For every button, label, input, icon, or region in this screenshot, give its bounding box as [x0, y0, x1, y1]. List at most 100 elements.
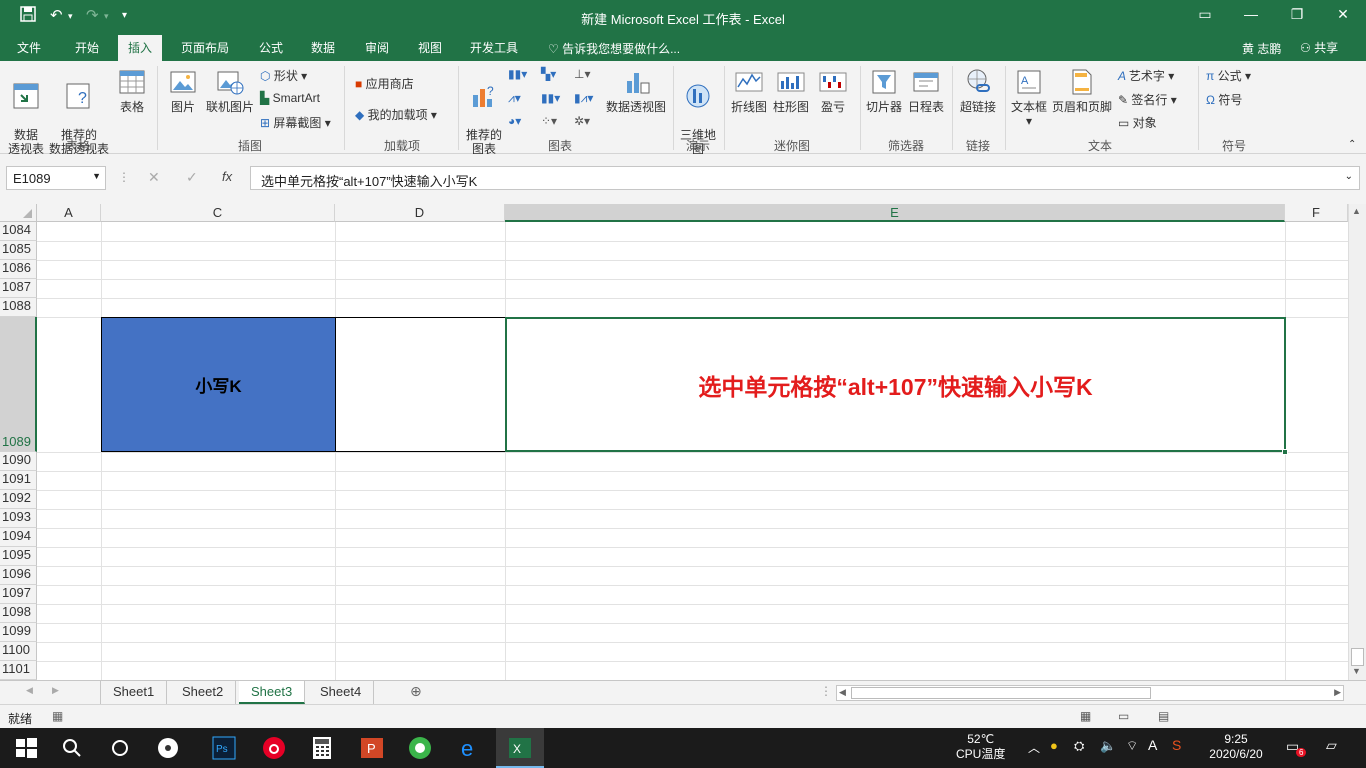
powerpoint-icon[interactable]: P [360, 736, 384, 760]
vertical-scroll-thumb[interactable] [1351, 648, 1364, 666]
tab-insert[interactable]: 插入 [118, 35, 163, 61]
cell-c1089[interactable]: 小写K [101, 317, 336, 452]
table-button[interactable]: 表格 [114, 67, 150, 114]
tab-file[interactable]: 文件 [17, 39, 41, 56]
row-header-active[interactable]: 1089 [0, 317, 37, 452]
tab-review[interactable]: 审阅 [365, 39, 389, 56]
waterfall-chart-icon[interactable]: ⊥▾ [574, 67, 590, 81]
column-sparkline-button[interactable]: 柱形图 [772, 67, 810, 114]
pie-chart-icon[interactable]: ◕▾ [508, 114, 521, 128]
insert-function-icon[interactable]: fx [222, 169, 232, 184]
column-header-f[interactable]: F [1285, 204, 1348, 222]
screenshot-button[interactable]: ⊞ 屏幕截图 ▾ [260, 114, 331, 131]
vertical-scrollbar[interactable]: ▲ ▼ [1348, 204, 1366, 680]
row-header[interactable]: 1084 [0, 222, 37, 241]
row-header[interactable]: 1091 [0, 471, 37, 490]
name-box[interactable]: E1089 ▼ [6, 166, 106, 190]
my-addins-button[interactable]: ◆ 我的加载项 ▾ [355, 106, 437, 123]
tray-expand-icon[interactable]: ︿ [1028, 739, 1040, 756]
combo-chart-icon[interactable]: ▮⩘▾ [574, 91, 593, 106]
prev-sheet-icon[interactable]: ◀ [26, 685, 33, 696]
signature-line-button[interactable]: ✎ 签名行 ▾ [1118, 91, 1177, 108]
row-header[interactable]: 1096 [0, 566, 37, 585]
tab-data[interactable]: 数据 [311, 39, 335, 56]
scatter-chart-icon[interactable]: ⁘▾ [541, 114, 557, 128]
tab-page-layout[interactable]: 页面布局 [181, 39, 229, 56]
scroll-down-icon[interactable]: ▼ [1352, 666, 1361, 676]
row-header[interactable]: 1097 [0, 585, 37, 604]
netease-music-icon[interactable] [262, 736, 286, 760]
tray-tool-icon[interactable]: ⛭ [1074, 738, 1084, 754]
recommended-charts-button[interactable]: ? 推荐的 图表 [462, 67, 506, 156]
wordart-button[interactable]: A 艺术字 ▾ [1118, 67, 1174, 84]
page-layout-view-icon[interactable]: ▭ [1118, 709, 1129, 723]
column-header-c[interactable]: C [101, 204, 335, 222]
column-header-a[interactable]: A [37, 204, 101, 222]
column-header-d[interactable]: D [335, 204, 505, 222]
photoshop-icon[interactable]: Ps [212, 736, 236, 760]
store-button[interactable]: ■ 应用商店 [355, 75, 414, 92]
column-chart-icon[interactable]: ▮▮▾ [508, 67, 527, 81]
select-all-corner[interactable] [0, 204, 37, 222]
equation-button[interactable]: π 公式 ▾ [1206, 67, 1251, 84]
radar-chart-icon[interactable]: ✲▾ [574, 114, 590, 128]
winloss-sparkline-button[interactable]: 盈亏 [814, 67, 852, 114]
normal-view-icon[interactable]: ▦ [1080, 709, 1091, 723]
smartart-button[interactable]: ▙ SmartArt [260, 91, 320, 105]
ribbon-display-icon[interactable]: ▭ [1190, 6, 1220, 23]
expand-formula-icon[interactable]: ⌄ [1345, 171, 1353, 182]
close-button[interactable]: ✕ [1328, 6, 1358, 23]
tab-view[interactable]: 视图 [418, 39, 442, 56]
minimize-button[interactable]: — [1236, 6, 1266, 22]
row-header[interactable]: 1094 [0, 528, 37, 547]
row-header[interactable]: 1099 [0, 623, 37, 642]
sheet-tab-4[interactable]: Sheet4 [308, 681, 375, 704]
excel-taskbar-active[interactable]: X [496, 728, 544, 768]
calculator-icon[interactable] [310, 736, 334, 760]
restore-button[interactable]: ❐ [1282, 6, 1312, 23]
stat-chart-icon[interactable]: ▮▮▾ [541, 91, 560, 105]
scroll-left-icon[interactable]: ◀ [839, 687, 846, 698]
collapse-ribbon-icon[interactable]: ⌃ [1348, 139, 1356, 150]
worksheet-grid[interactable]: A C D E F 1084 1085 1086 1087 1088 1089 … [0, 204, 1348, 680]
sheet-tab-1[interactable]: Sheet1 [101, 681, 168, 704]
macro-record-icon[interactable]: ▦ [52, 709, 63, 723]
line-chart-icon[interactable]: ⩘▾ [508, 91, 521, 106]
browser-360-icon[interactable] [408, 736, 432, 760]
pivot-table-button[interactable]: 数据 透视表 [4, 67, 48, 156]
hyperlink-button[interactable]: 超链接 [956, 67, 1000, 114]
cell-d1089[interactable] [335, 317, 506, 452]
sheet-tab-3-active[interactable]: Sheet3 [239, 681, 306, 704]
search-icon[interactable] [60, 736, 84, 760]
tab-formulas[interactable]: 公式 [259, 39, 283, 56]
column-header-e[interactable]: E [505, 204, 1285, 222]
tell-me-search[interactable]: ♡ 告诉我您想要做什么... [548, 40, 680, 57]
row-header[interactable]: 1101 [0, 661, 37, 680]
row-header[interactable]: 1100 [0, 642, 37, 661]
row-header[interactable]: 1093 [0, 509, 37, 528]
row-header[interactable]: 1098 [0, 604, 37, 623]
cpu-temp-widget[interactable]: 52℃ CPU温度 [956, 732, 1005, 762]
name-box-dropdown-icon[interactable]: ▼ [92, 171, 101, 181]
picture-button[interactable]: 图片 [166, 67, 200, 114]
object-button[interactable]: ▭ 对象 [1118, 114, 1157, 131]
sheet-tab-2[interactable]: Sheet2 [170, 681, 237, 704]
page-break-view-icon[interactable]: ▤ [1158, 709, 1169, 723]
tab-developer[interactable]: 开发工具 [470, 39, 518, 56]
scroll-up-icon[interactable]: ▲ [1352, 206, 1361, 216]
cortana-icon[interactable] [108, 736, 132, 760]
tab-home[interactable]: 开始 [75, 39, 99, 56]
action-center-icon[interactable]: ▱ [1326, 737, 1337, 754]
windows-start-icon[interactable] [14, 736, 38, 760]
fill-handle[interactable] [1282, 449, 1288, 455]
next-sheet-icon[interactable]: ▶ [52, 685, 59, 696]
input-method-icon[interactable]: A [1148, 737, 1157, 753]
fan-app-icon[interactable] [156, 736, 180, 760]
row-header[interactable]: 1088 [0, 298, 37, 317]
slicer-button[interactable]: 切片器 [864, 67, 904, 114]
hierarchy-chart-icon[interactable]: ▚▾ [541, 67, 556, 81]
scroll-right-icon[interactable]: ▶ [1334, 687, 1341, 698]
textbox-button[interactable]: A 文本框 ▾ [1008, 67, 1050, 128]
sogou-icon[interactable]: S [1172, 737, 1181, 753]
shapes-button[interactable]: ⬡ 形状 ▾ [260, 67, 307, 84]
